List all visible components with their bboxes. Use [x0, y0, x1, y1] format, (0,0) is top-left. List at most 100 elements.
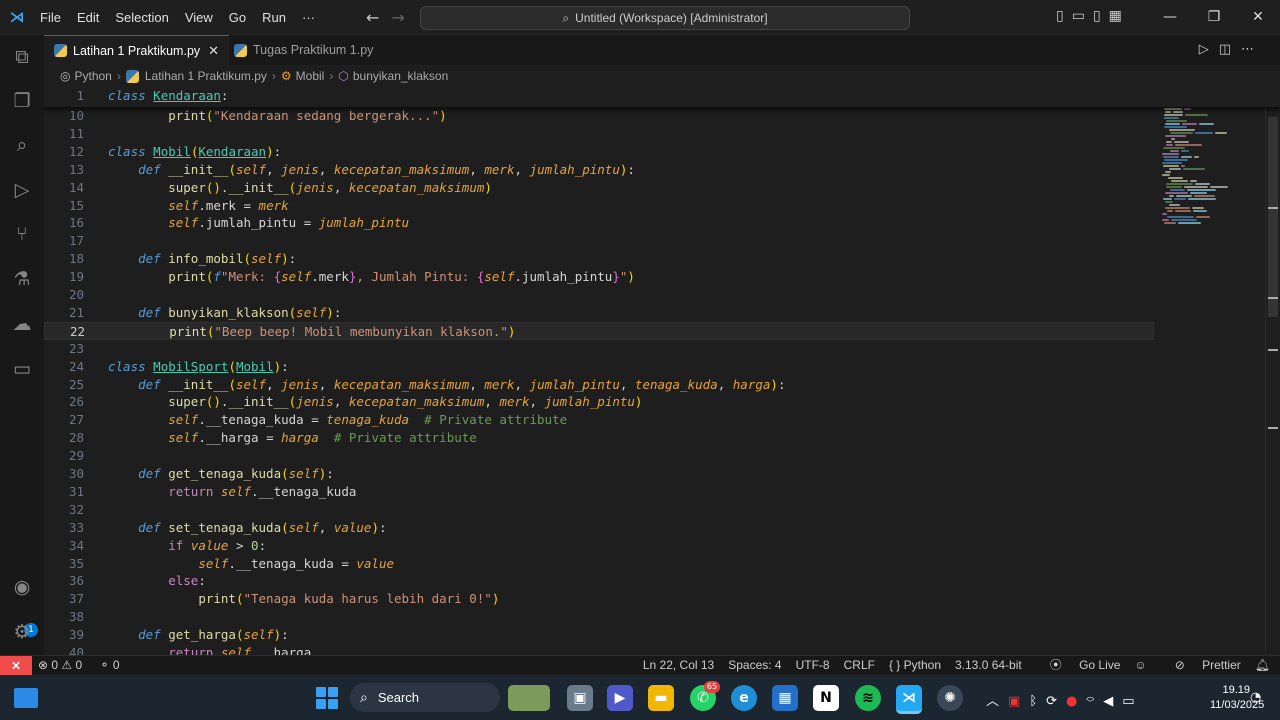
code-line[interactable]: 28 self.__harga = harga # Private attrib…: [44, 429, 1154, 447]
taskbar-search[interactable]: ⌕ Search: [350, 683, 500, 712]
app-tray-icon[interactable]: ▣: [1008, 694, 1029, 709]
python-interpreter[interactable]: 3.13.0 64-bit: [955, 656, 1022, 675]
vscode-taskbar-icon[interactable]: ⋊: [896, 685, 922, 714]
code-line[interactable]: 30 def get_tenaga_kuda(self):: [44, 465, 1154, 483]
minimize-button[interactable]: —: [1148, 0, 1192, 35]
scrollbar-thumb[interactable]: [1268, 117, 1278, 317]
chatgpt-icon[interactable]: ✺: [937, 685, 963, 711]
menu-more[interactable]: ···: [294, 10, 323, 25]
code-line[interactable]: 15 self.merk = merk: [44, 197, 1154, 215]
menu-view[interactable]: View: [177, 10, 221, 25]
source-control-icon[interactable]: ⑂: [10, 222, 34, 246]
docker-icon[interactable]: ☁: [10, 312, 34, 336]
close-button[interactable]: ✕: [1236, 0, 1280, 35]
menu-selection[interactable]: Selection: [107, 10, 176, 25]
menu-go[interactable]: Go: [221, 10, 254, 25]
minimap[interactable]: [1160, 87, 1266, 227]
code-line[interactable]: 31 return self.__tenaga_kuda: [44, 483, 1154, 501]
code-line[interactable]: 26 super().__init__(jenis, kecepatan_mak…: [44, 393, 1154, 411]
bluetooth-icon[interactable]: ᛒ: [1029, 694, 1046, 709]
tab-close-icon[interactable]: ✕: [208, 43, 219, 59]
command-center-search[interactable]: ⌕ Untitled (Workspace) [Administrator]: [420, 6, 910, 30]
code-line[interactable]: 23: [44, 340, 1154, 358]
language-mode[interactable]: { } Python: [889, 656, 941, 675]
code-line[interactable]: 33 def set_tenaga_kuda(self, value):: [44, 519, 1154, 537]
breadcrumb-class[interactable]: Mobil: [296, 69, 325, 83]
code-line[interactable]: 34 if value > 0:: [44, 537, 1154, 555]
maximize-button[interactable]: ❐: [1192, 0, 1236, 35]
prettier[interactable]: ⊘ Prettier: [1161, 656, 1241, 675]
notification-center-icon[interactable]: ◔: [1250, 690, 1261, 705]
encoding[interactable]: UTF-8: [796, 656, 830, 675]
widgets-icon[interactable]: [14, 688, 38, 708]
code-line[interactable]: 39 def get_harga(self):: [44, 626, 1154, 644]
code-line[interactable]: 14 super().__init__(jenis, kecepatan_mak…: [44, 179, 1154, 197]
vertical-scrollbar[interactable]: [1265, 87, 1280, 655]
tab-latihan-1-praktikum[interactable]: Latihan 1 Praktikum.py ✕: [44, 35, 230, 65]
end-of-line[interactable]: CRLF: [844, 656, 875, 675]
menu-edit[interactable]: Edit: [69, 10, 107, 25]
code-line[interactable]: 11: [44, 125, 1154, 143]
customize-layout-icon[interactable]: ▦: [1109, 8, 1130, 24]
code-line[interactable]: 27 self.__tenaga_kuda = tenaga_kuda # Pr…: [44, 411, 1154, 429]
settings-gear-icon[interactable]: ⚙: [10, 620, 34, 644]
teams-icon[interactable]: ▶: [607, 685, 633, 711]
breadcrumb-python[interactable]: Python: [74, 69, 111, 83]
wifi-icon[interactable]: ⌔: [1086, 694, 1103, 709]
code-line[interactable]: 22 print("Beep beep! Mobil membunyikan k…: [44, 321, 1154, 340]
code-line[interactable]: 20: [44, 286, 1154, 304]
toggle-secondary-sidebar-icon[interactable]: ▯: [1093, 8, 1109, 24]
microphone-icon[interactable]: ●: [1066, 694, 1086, 709]
code-line[interactable]: 10 print("Kendaraan sedang bergerak..."): [44, 107, 1154, 125]
notifications-bell-icon[interactable]: 🔔︎: [1255, 656, 1270, 675]
remote-indicator[interactable]: ⨯: [0, 656, 32, 676]
edge-icon[interactable]: e: [731, 685, 757, 711]
spotify-icon[interactable]: ≋: [855, 685, 881, 711]
code-line[interactable]: 24 class MobilSport(Mobil):: [44, 358, 1154, 376]
file-explorer-icon[interactable]: ▬: [648, 685, 674, 711]
volume-icon[interactable]: ◀: [1103, 694, 1122, 709]
microsoft-store-icon[interactable]: ▦: [772, 685, 798, 711]
extensions-icon[interactable]: ⧉: [10, 45, 34, 69]
search-highlight-image[interactable]: [508, 685, 550, 711]
testing-icon[interactable]: ⚗: [10, 267, 34, 291]
code-line[interactable]: 37 print("Tenaga kuda harus lebih dari 0…: [44, 590, 1154, 608]
indentation[interactable]: Spaces: 4: [728, 656, 781, 675]
go-live[interactable]: ⦿ Go Live: [1036, 656, 1121, 675]
more-actions-icon[interactable]: ⋯: [1241, 42, 1264, 57]
toggle-sidebar-icon[interactable]: ▯: [1056, 8, 1072, 24]
toggle-panel-icon[interactable]: ▭: [1072, 8, 1093, 24]
cursor-position[interactable]: Ln 22, Col 13: [643, 656, 714, 675]
code-line[interactable]: 19 print(f"Merk: {self.merk}, Jumlah Pin…: [44, 268, 1154, 286]
task-view-icon[interactable]: ▣: [567, 685, 593, 711]
code-line[interactable]: 17: [44, 232, 1154, 250]
ports-indicator[interactable]: ⚬ 0: [100, 658, 120, 672]
run-python-file-icon[interactable]: ▷: [1199, 42, 1219, 57]
tab-tugas-praktikum-1[interactable]: Tugas Praktikum 1.py: [224, 35, 383, 65]
forward-arrow-icon[interactable]: →: [391, 8, 404, 27]
notion-icon[interactable]: N: [813, 685, 839, 711]
menu-run[interactable]: Run: [254, 10, 294, 25]
breadcrumb-method[interactable]: bunyikan_klakson: [353, 69, 448, 83]
copilot-icon[interactable]: ☺: [1134, 656, 1146, 675]
split-editor-icon[interactable]: ◫: [1219, 42, 1241, 57]
code-line[interactable]: 21 def bunyikan_klakson(self):: [44, 304, 1154, 322]
run-debug-icon[interactable]: ▷: [10, 178, 34, 202]
sync-icon[interactable]: ⟳: [1046, 694, 1066, 709]
back-arrow-icon[interactable]: ←: [366, 8, 379, 27]
code-line[interactable]: 35 self.__tenaga_kuda = value: [44, 555, 1154, 573]
code-line[interactable]: 36 else:: [44, 572, 1154, 590]
battery-icon[interactable]: ▭: [1122, 694, 1143, 709]
code-line[interactable]: 25 def __init__(self, jenis, kecepatan_m…: [44, 376, 1154, 394]
code-line[interactable]: 32: [44, 501, 1154, 519]
code-line[interactable]: 40 return self.__harga: [44, 644, 1154, 655]
clock[interactable]: 19.19 11/03/2025: [1210, 683, 1264, 713]
account-icon[interactable]: ◉: [10, 575, 34, 599]
code-line[interactable]: 12 class Mobil(Kendaraan):: [44, 143, 1154, 161]
start-button[interactable]: [316, 687, 338, 709]
code-line[interactable]: 38: [44, 608, 1154, 626]
code-editor[interactable]: 1 class Kendaraan: 10 print("Kendaraan sed…: [44, 87, 1280, 655]
code-line[interactable]: 1 class Kendaraan:: [44, 87, 1154, 105]
code-line[interactable]: 29: [44, 447, 1154, 465]
code-line[interactable]: 13 def __init__(self, jenis, kecepatan_m…: [44, 161, 1154, 179]
